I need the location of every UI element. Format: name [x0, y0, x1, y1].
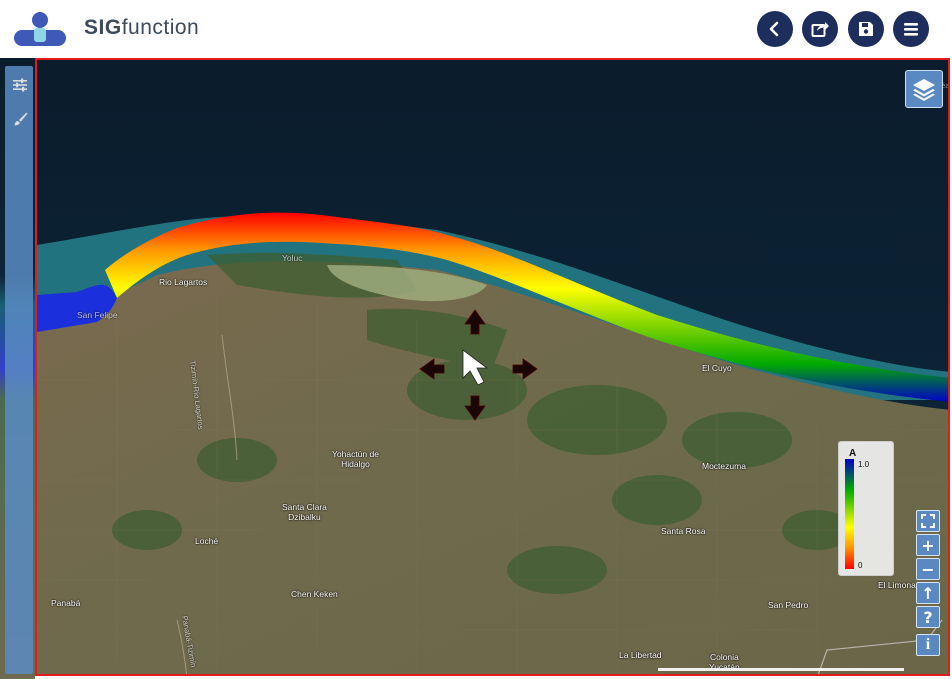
scale-bar [658, 668, 904, 671]
chevron-left-icon [769, 21, 779, 37]
style-button[interactable] [11, 110, 29, 128]
share-icon [811, 22, 829, 37]
save-icon [859, 22, 873, 36]
legend-title: A [849, 448, 857, 459]
fullscreen-icon [921, 514, 935, 528]
zoom-in-button[interactable]: + [916, 534, 940, 556]
place-label: San Felipe [77, 310, 118, 320]
north-button[interactable]: ↑ [916, 582, 940, 604]
sliders-icon [13, 78, 27, 92]
place-label-line: Dzibalku [288, 512, 321, 522]
map-view[interactable]: Rio Lagartos San Felipe Yoluc El Cuyo Yo… [35, 58, 950, 676]
place-label: El Cuyo [702, 363, 732, 373]
share-button[interactable] [802, 11, 838, 47]
info-button[interactable]: i [916, 634, 940, 656]
help-button[interactable]: ? [916, 606, 940, 628]
layers-icon [913, 79, 935, 101]
place-label: Santa Clara Dzibalku [282, 502, 327, 522]
place-label: San Pedro [768, 600, 809, 610]
legend-max-value: 1.0 [858, 460, 870, 469]
legend-min-value: 0 [858, 561, 863, 570]
place-label: Santa Rosa [661, 526, 706, 536]
place-label-line: Hidalgo [341, 459, 370, 469]
place-label: El Limonar [878, 580, 919, 590]
app-title: SIGfunction [84, 16, 199, 40]
menu-button[interactable] [893, 11, 929, 47]
app-logo-icon [12, 10, 68, 50]
map-legend: A 1.0 0 [838, 441, 894, 576]
brush-icon [14, 112, 28, 126]
place-label: Panabá [51, 598, 81, 608]
filters-button[interactable] [11, 76, 29, 94]
back-button[interactable] [757, 11, 793, 47]
legend-color-ramp [845, 459, 854, 569]
top-bar: SIGfunction [0, 0, 952, 58]
fullscreen-button[interactable] [916, 510, 940, 532]
zoom-out-button[interactable]: − [916, 558, 940, 580]
place-label-line: Santa Clara [282, 502, 327, 512]
map-canvas[interactable] [37, 60, 950, 676]
menu-icon [904, 23, 918, 36]
app-title-bold: SIG [84, 16, 122, 39]
app-title-rest: function [121, 16, 200, 39]
save-button[interactable] [848, 11, 884, 47]
place-label: Chen Keken [291, 589, 338, 599]
place-label: Loché [195, 536, 219, 546]
place-label: Moctezuma [702, 461, 746, 471]
place-label: La Libertad [619, 650, 662, 660]
place-label: Yohactún de Hidalgo [332, 449, 379, 469]
place-label-line: Colonia [709, 652, 739, 662]
place-label: Yoluc [282, 253, 303, 263]
sidebar-panel [5, 66, 33, 674]
layers-button[interactable] [905, 70, 943, 108]
place-label: Rio Lagartos [159, 277, 208, 287]
place-label-line: Yohactún de [332, 449, 379, 459]
